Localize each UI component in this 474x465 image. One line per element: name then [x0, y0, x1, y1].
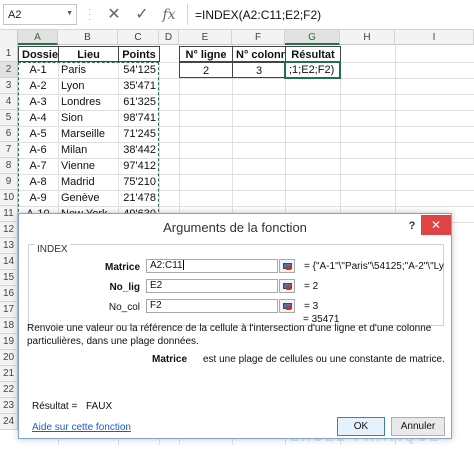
lookup-cell-ligne[interactable]: 2	[179, 62, 233, 78]
column-header-row: A B C D E F G H I	[0, 30, 474, 45]
row-header-1[interactable]: 1	[0, 45, 18, 62]
function-description: Renvoie une valeur ou la référence de la…	[27, 323, 432, 347]
chevron-down-icon[interactable]: ▼	[66, 10, 73, 17]
arg-result-matrice: = {"A-1"\"Paris"\54125;"A-2"\"Lyon"\35..…	[304, 261, 444, 272]
confirm-entry-icon[interactable]: ✓	[132, 5, 152, 25]
row-header-17[interactable]: 17	[0, 302, 18, 318]
row-header-3[interactable]: 3	[0, 78, 18, 94]
cancel-button[interactable]: Annuler	[391, 417, 445, 436]
range-selection-marquee	[18, 62, 159, 222]
arg-help-text: est une plage de cellules ou une constan…	[203, 354, 445, 365]
result-value: FAUX	[86, 401, 113, 412]
row-header-4[interactable]: 4	[0, 94, 18, 110]
row-header-7[interactable]: 7	[0, 142, 18, 158]
lookup-cell-colonne[interactable]: 3	[232, 62, 286, 78]
table-header-points[interactable]: Points	[118, 46, 160, 62]
column-header-d[interactable]: D	[159, 30, 179, 45]
formula-bar: A2 ▼ · · · ✕ ✓ fx =INDEX(A2:C11;E2;F2)	[0, 0, 474, 30]
row-header-8[interactable]: 8	[0, 158, 18, 174]
row-header-21[interactable]: 21	[0, 366, 18, 382]
column-header-f[interactable]: F	[232, 30, 285, 45]
text-cursor	[182, 260, 184, 271]
column-header-i[interactable]: I	[395, 30, 474, 45]
row-header-20[interactable]: 20	[0, 350, 18, 366]
lookup-header-colonne[interactable]: N° colonne	[232, 46, 286, 62]
arg-input-no-col[interactable]: F2	[146, 299, 278, 313]
arg-result-no-col: = 3	[304, 301, 319, 312]
collapse-dialog-icon[interactable]	[279, 259, 295, 273]
name-box-value: A2	[8, 9, 22, 21]
insert-function-icon[interactable]: fx	[159, 5, 179, 25]
result-label: Résultat =	[32, 401, 78, 412]
row-header-19[interactable]: 19	[0, 334, 18, 350]
column-header-b[interactable]: B	[58, 30, 118, 45]
formula-text: =INDEX(A2:C11;E2;F2)	[195, 8, 322, 22]
table-header-lieu[interactable]: Lieu	[58, 46, 119, 62]
ok-button[interactable]: OK	[337, 417, 385, 436]
cancel-entry-icon[interactable]: ✕	[104, 5, 124, 25]
row-header-24[interactable]: 24	[0, 414, 18, 430]
active-cell-g2[interactable]: ;1;E2;F2)	[284, 61, 341, 79]
arg-help-name: Matrice	[152, 354, 188, 365]
row-header-9[interactable]: 9	[0, 174, 18, 190]
function-arguments-dialog: Arguments de la fonction ? ✕ INDEX Matri…	[18, 213, 452, 439]
arg-input-matrice[interactable]: A2:C11	[146, 259, 278, 273]
arg-label-matrice: Matrice	[104, 262, 140, 273]
column-header-h[interactable]: H	[340, 30, 395, 45]
collapse-dialog-icon[interactable]	[279, 299, 295, 313]
active-cell-value: ;1;E2;F2)	[289, 64, 335, 76]
dialog-title: Arguments de la fonction	[163, 220, 307, 235]
arg-label-no-lig: No_lig	[109, 282, 140, 293]
row-header-18[interactable]: 18	[0, 318, 18, 334]
help-link[interactable]: Aide sur cette fonction	[32, 421, 131, 434]
arg-label-no-col: No_col	[108, 302, 140, 313]
arguments-group: INDEX Matrice A2:C11 = {"A-1"\"Paris"\54…	[28, 244, 444, 326]
row-header-12[interactable]: 12	[0, 222, 18, 238]
select-all-corner[interactable]	[0, 30, 18, 45]
help-icon[interactable]: ?	[403, 217, 421, 235]
arg-result-no-lig: = 2	[304, 281, 319, 292]
arg-input-no-lig[interactable]: E2	[146, 279, 278, 293]
dialog-title-bar[interactable]: Arguments de la fonction ? ✕	[19, 214, 451, 240]
lookup-header-resultat[interactable]: Résultat	[285, 46, 341, 62]
arg-input-matrice-value: A2:C11	[150, 260, 183, 271]
lookup-header-ligne[interactable]: N° ligne	[179, 46, 233, 62]
row-header-5[interactable]: 5	[0, 110, 18, 126]
function-name: INDEX	[35, 244, 70, 255]
row-header-15[interactable]: 15	[0, 270, 18, 286]
row-header-13[interactable]: 13	[0, 238, 18, 254]
name-box[interactable]: A2 ▼	[3, 4, 77, 25]
row-header-6[interactable]: 6	[0, 126, 18, 142]
row-header-2[interactable]: 2	[0, 62, 18, 78]
row-header-16[interactable]: 16	[0, 286, 18, 302]
row-header-14[interactable]: 14	[0, 254, 18, 270]
row-header-23[interactable]: 23	[0, 398, 18, 414]
collapse-dialog-icon[interactable]	[279, 279, 295, 293]
drag-handle-icon[interactable]: · · ·	[88, 5, 91, 25]
column-header-a[interactable]: A	[18, 30, 58, 45]
row-header-10[interactable]: 10	[0, 190, 18, 206]
table-header-dossier[interactable]: Dossier	[18, 46, 59, 62]
column-header-g[interactable]: G	[285, 30, 340, 45]
row-header-22[interactable]: 22	[0, 382, 18, 398]
column-header-c[interactable]: C	[118, 30, 159, 45]
row-header-11[interactable]: 11	[0, 206, 18, 222]
close-button[interactable]: ✕	[421, 215, 451, 235]
column-header-e[interactable]: E	[179, 30, 232, 45]
formula-input[interactable]: =INDEX(A2:C11;E2;F2)	[187, 4, 472, 25]
